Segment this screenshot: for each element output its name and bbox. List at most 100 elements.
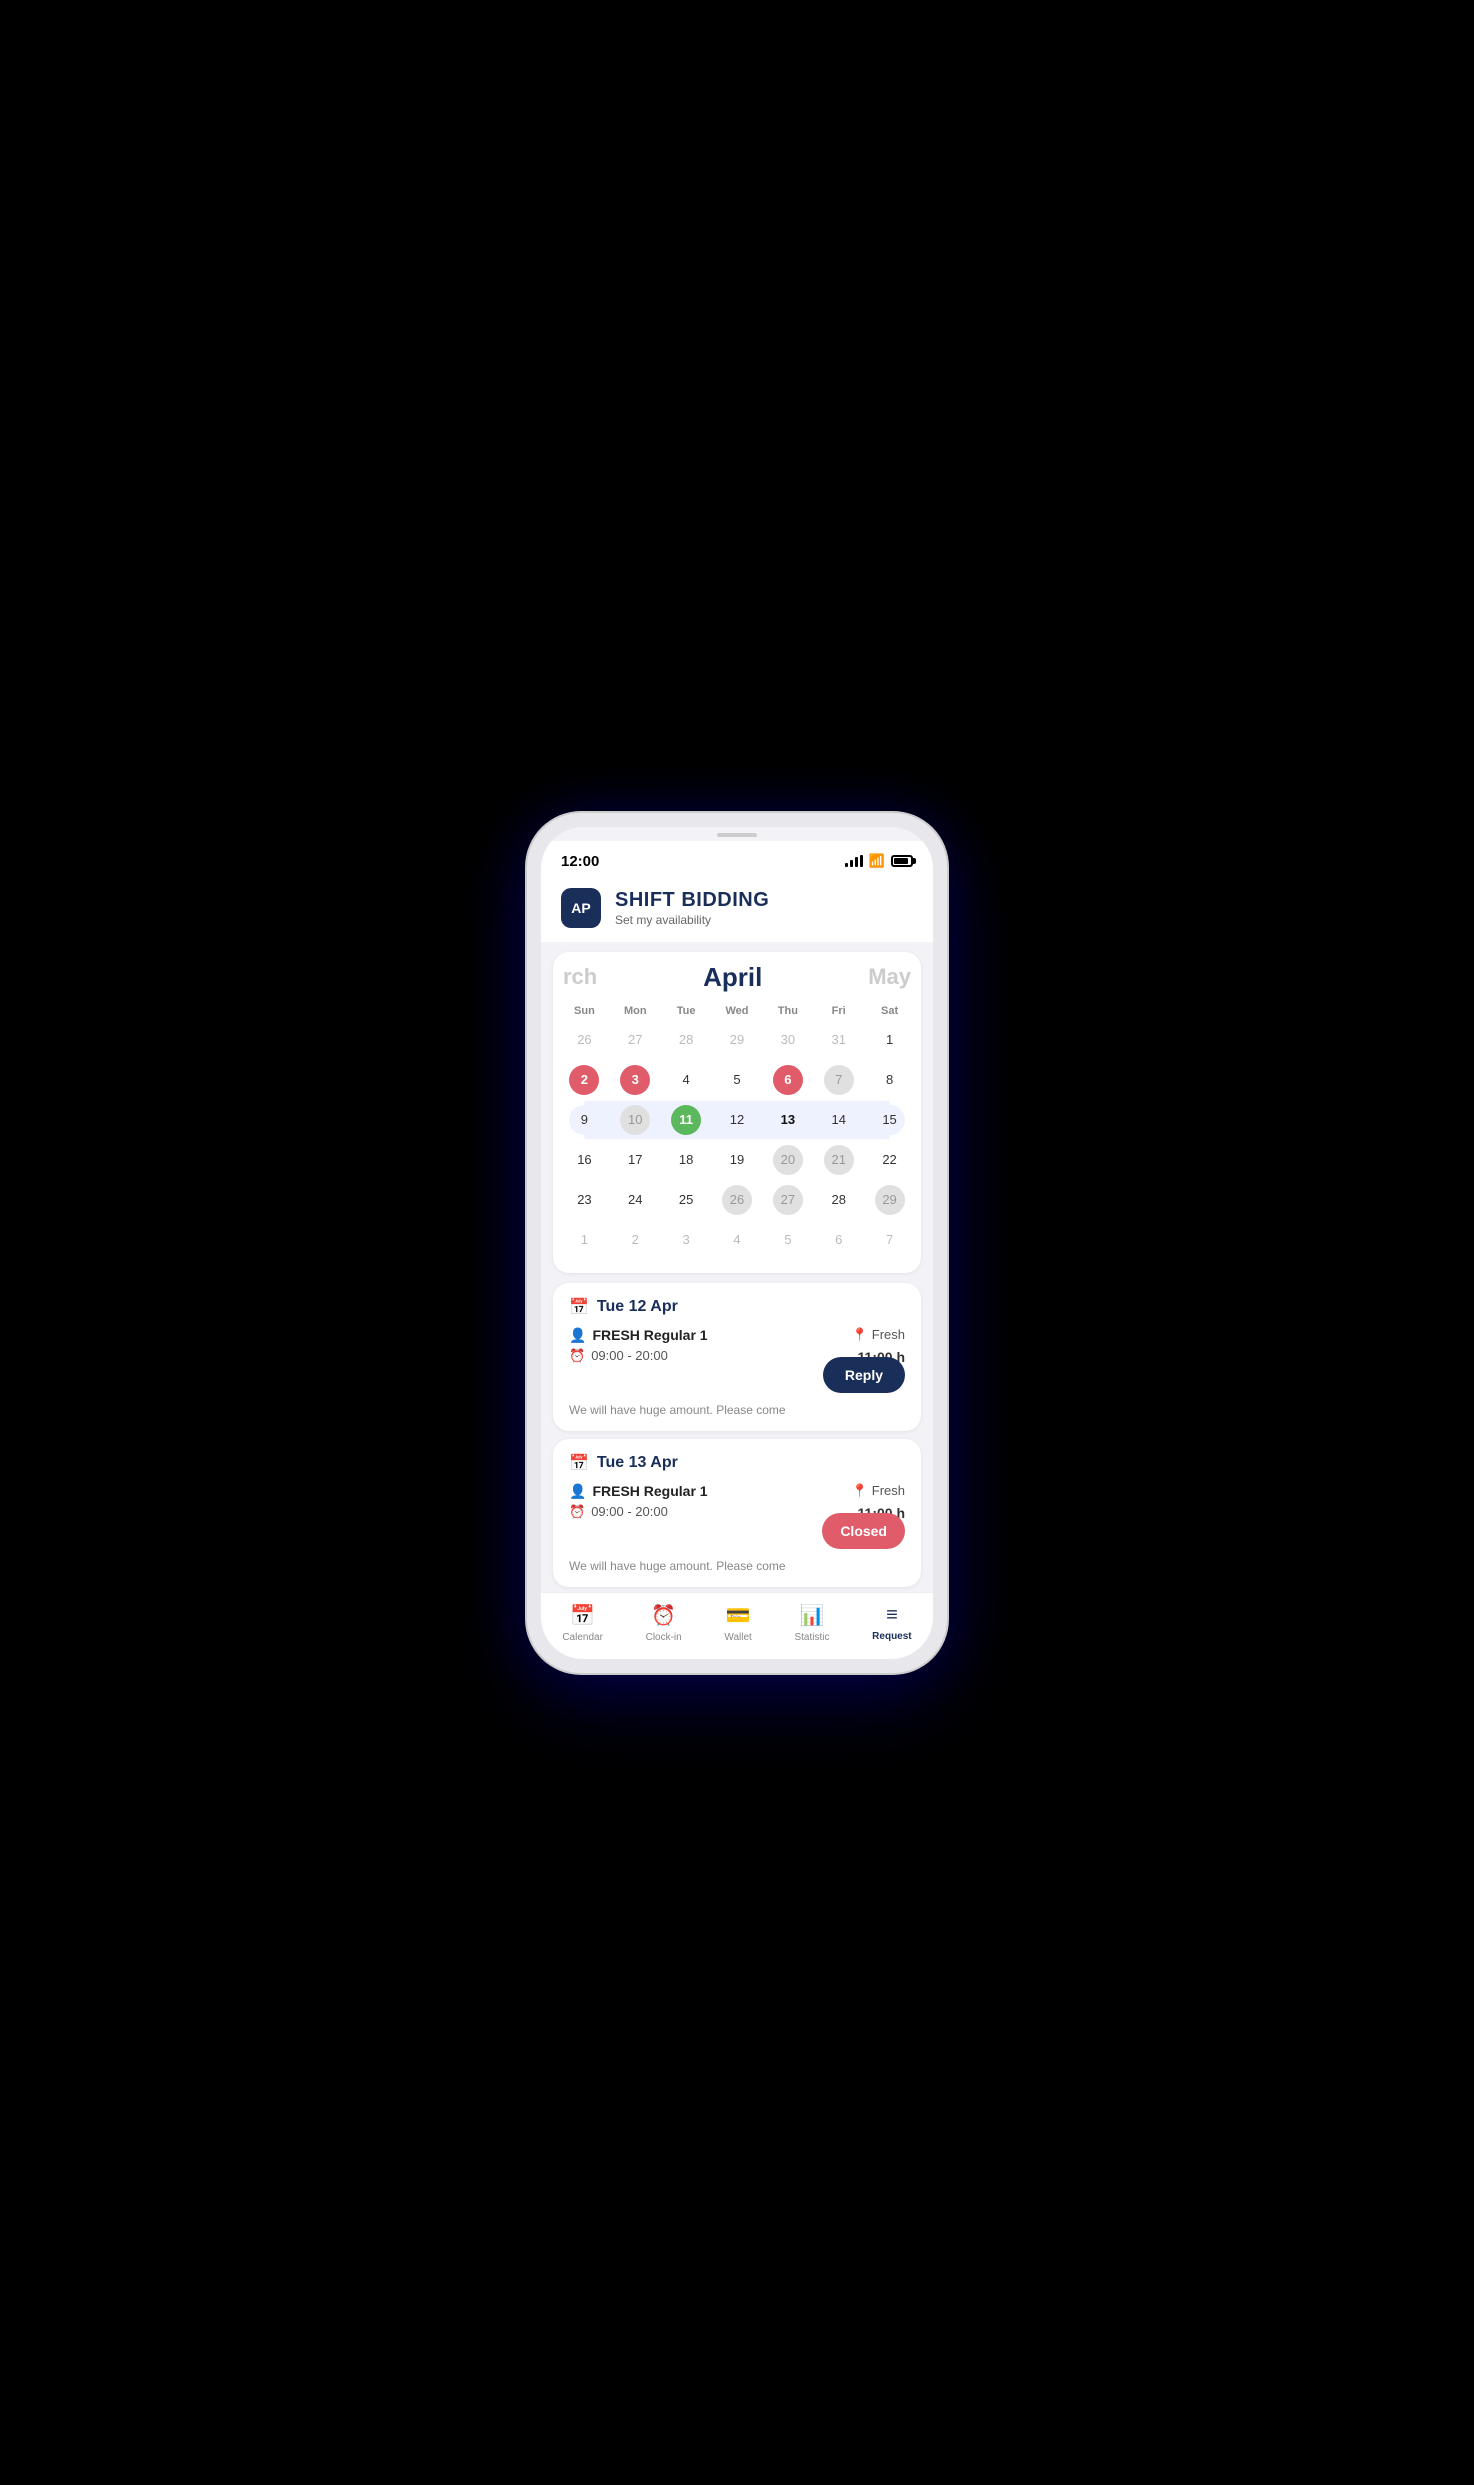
battery-icon [891, 855, 913, 867]
header-title-block: SHIFT BIDDING Set my availability [615, 889, 769, 927]
person-icon: 👤 [569, 1483, 586, 1500]
calendar-nav-icon: 📅 [570, 1603, 595, 1628]
shift-date-row: 📅 Tue 13 Apr [569, 1453, 905, 1473]
cal-cell[interactable]: 29 [712, 1021, 763, 1059]
person-icon: 👤 [569, 1327, 586, 1344]
cal-cell[interactable]: 6 [813, 1221, 864, 1259]
cal-cell[interactable]: 30 [762, 1021, 813, 1059]
signal-icon [845, 855, 863, 867]
cal-cell[interactable]: 5 [712, 1061, 763, 1099]
shift-date: Tue 12 Apr [597, 1298, 678, 1316]
cal-cell[interactable]: 3 [661, 1221, 712, 1259]
calendar-icon: 📅 [569, 1453, 589, 1473]
app-header: AP SHIFT BIDDING Set my availability [541, 878, 933, 942]
current-month: April [703, 962, 762, 993]
shift-left: 👤 FRESH Regular 1 ⏰ 09:00 - 20:00 [569, 1327, 708, 1364]
day-label-wed: Wed [712, 1001, 763, 1021]
cal-cell[interactable]: 19 [712, 1141, 763, 1179]
nav-item-calendar[interactable]: 📅 Calendar [562, 1603, 603, 1643]
shift-time-row: ⏰ 09:00 - 20:00 [569, 1504, 708, 1520]
cal-cell[interactable]: 1 [864, 1021, 915, 1059]
cal-cell[interactable]: 26 [559, 1021, 610, 1059]
cal-cell[interactable]: 7 [813, 1061, 864, 1099]
month-nav: rch April May [553, 962, 921, 1001]
cal-cell[interactable]: 2 [559, 1061, 610, 1099]
shift-date: Tue 13 Apr [597, 1454, 678, 1472]
cal-cell[interactable]: 4 [712, 1221, 763, 1259]
cal-cell[interactable]: 16 [559, 1141, 610, 1179]
calendar-section: rch April May Sun Mon Tue Wed Thu Fri Sa… [553, 952, 921, 1273]
cal-cell[interactable]: 8 [864, 1061, 915, 1099]
nav-label-statistic: Statistic [794, 1632, 829, 1643]
nav-item-wallet[interactable]: 💳 Wallet [724, 1603, 751, 1643]
cal-cell[interactable]: 4 [661, 1061, 712, 1099]
status-icons: 📶 [845, 853, 913, 869]
day-label-thu: Thu [762, 1001, 813, 1021]
cal-cell[interactable]: 22 [864, 1141, 915, 1179]
cal-cell[interactable]: 28 [813, 1181, 864, 1219]
cal-cell[interactable]: 27 [610, 1021, 661, 1059]
cal-cell[interactable]: 7 [864, 1221, 915, 1259]
cal-cell[interactable]: 24 [610, 1181, 661, 1219]
shift-card-2: 📅 Tue 13 Apr 👤 FRESH Regular 1 ⏰ 09:00 -… [553, 1439, 921, 1587]
nav-item-request[interactable]: ≡ Request [872, 1604, 911, 1642]
cal-cell[interactable]: 10 [610, 1101, 661, 1139]
cal-cell[interactable]: 23 [559, 1181, 610, 1219]
cal-cell[interactable]: 28 [661, 1021, 712, 1059]
nav-label-clockin: Clock-in [646, 1632, 682, 1643]
next-month: May [868, 964, 911, 990]
nav-item-clockin[interactable]: ⏰ Clock-in [646, 1603, 682, 1643]
day-label-mon: Mon [610, 1001, 661, 1021]
nav-label-wallet: Wallet [724, 1632, 751, 1643]
cal-cell[interactable]: 1 [559, 1221, 610, 1259]
statistic-nav-icon: 📊 [800, 1603, 825, 1628]
cal-cell[interactable]: 20 [762, 1141, 813, 1179]
cal-cell[interactable]: 14 [813, 1101, 864, 1139]
cal-cell[interactable]: 29 [864, 1181, 915, 1219]
cal-cell[interactable]: 9 [559, 1101, 610, 1139]
cal-cell[interactable]: 11 [661, 1101, 712, 1139]
cal-cell[interactable]: 25 [661, 1181, 712, 1219]
cal-cell[interactable]: 27 [762, 1181, 813, 1219]
shift-left: 👤 FRESH Regular 1 ⏰ 09:00 - 20:00 [569, 1483, 708, 1520]
day-label-tue: Tue [661, 1001, 712, 1021]
cal-cell[interactable]: 31 [813, 1021, 864, 1059]
calendar-icon: 📅 [569, 1297, 589, 1317]
prev-month: rch [563, 964, 597, 990]
shift-note: We will have huge amount. Please come [569, 1559, 905, 1573]
shift-time: 09:00 - 20:00 [591, 1504, 668, 1519]
cal-cell[interactable]: 18 [661, 1141, 712, 1179]
shift-role-row: 👤 FRESH Regular 1 [569, 1327, 708, 1344]
shift-time: 09:00 - 20:00 [591, 1348, 668, 1363]
clockin-nav-icon: ⏰ [651, 1603, 676, 1628]
scroll-content[interactable]: rch April May Sun Mon Tue Wed Thu Fri Sa… [541, 942, 933, 1592]
cal-cell[interactable]: 26 [712, 1181, 763, 1219]
calendar-grid: 26 27 28 29 30 31 1 2 3 4 5 6 7 8 9 [553, 1021, 921, 1259]
cal-cell[interactable]: 2 [610, 1221, 661, 1259]
pin-icon: 📍 [852, 1483, 868, 1499]
cal-cell[interactable]: 3 [610, 1061, 661, 1099]
nav-item-statistic[interactable]: 📊 Statistic [794, 1603, 829, 1643]
clock-icon: ⏰ [569, 1348, 585, 1364]
day-label-fri: Fri [813, 1001, 864, 1021]
phone-screen: 12:00 📶 AP SHIFT BIDDING Set my availabi… [541, 827, 933, 1659]
wifi-icon: 📶 [869, 853, 885, 869]
cal-cell[interactable]: 6 [762, 1061, 813, 1099]
cal-cell[interactable]: 21 [813, 1141, 864, 1179]
wallet-nav-icon: 💳 [726, 1603, 751, 1628]
cal-cell[interactable]: 5 [762, 1221, 813, 1259]
clock-icon: ⏰ [569, 1504, 585, 1520]
location-label: Fresh [872, 1327, 905, 1342]
status-time: 12:00 [561, 853, 599, 870]
nav-label-request: Request [872, 1631, 911, 1642]
shift-note: We will have huge amount. Please come [569, 1403, 905, 1417]
cal-cell[interactable]: 15 [864, 1101, 915, 1139]
cal-cell[interactable]: 12 [712, 1101, 763, 1139]
location-label: Fresh [872, 1483, 905, 1498]
closed-button[interactable]: Closed [822, 1513, 905, 1549]
calendar-day-labels: Sun Mon Tue Wed Thu Fri Sat [553, 1001, 921, 1021]
reply-button[interactable]: Reply [823, 1357, 905, 1393]
shift-time-row: ⏰ 09:00 - 20:00 [569, 1348, 708, 1364]
cal-cell[interactable]: 17 [610, 1141, 661, 1179]
cal-cell[interactable]: 13 [762, 1101, 813, 1139]
